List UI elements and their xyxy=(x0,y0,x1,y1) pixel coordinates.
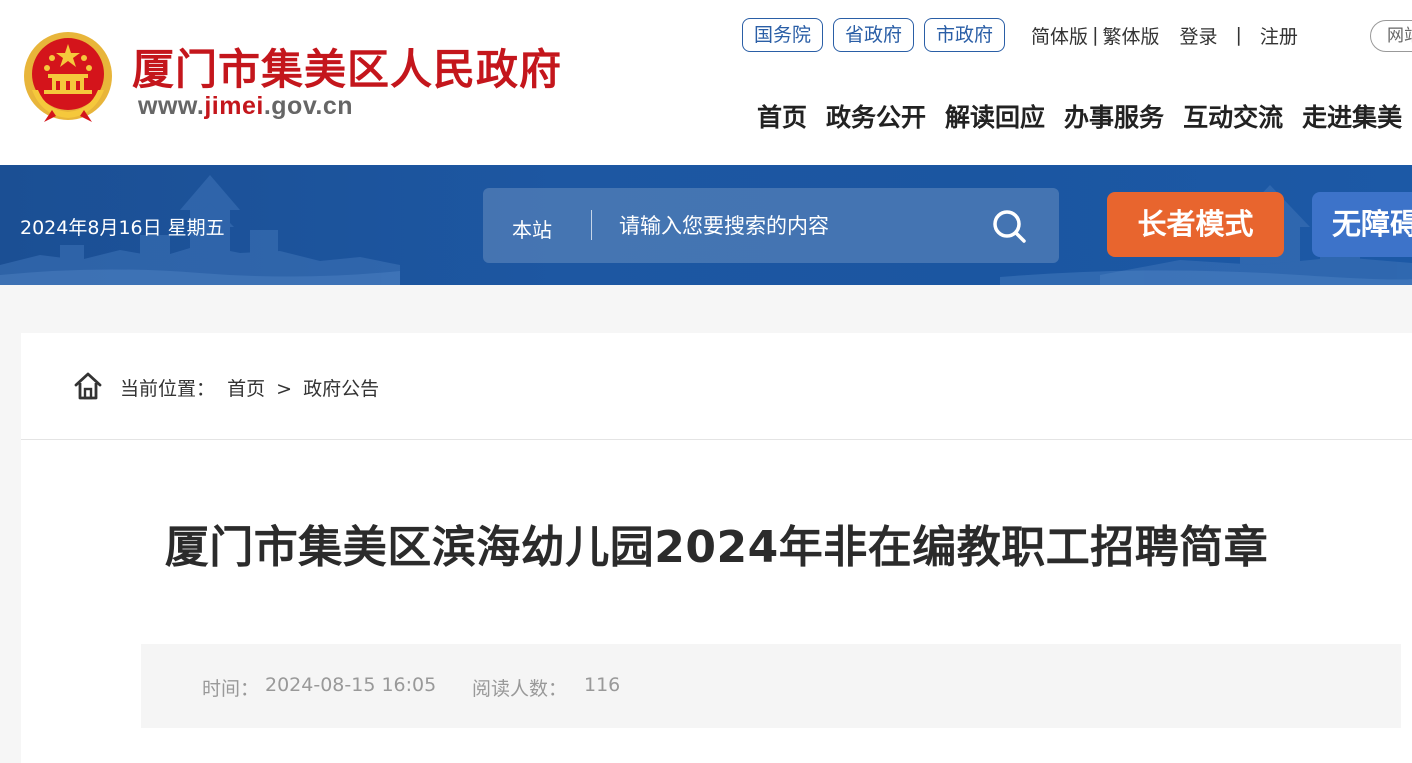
separator: | xyxy=(1235,24,1242,46)
separator: | xyxy=(1092,24,1099,46)
read-count-label: 阅读人数： xyxy=(472,678,568,700)
national-emblem-icon[interactable] xyxy=(22,30,114,124)
accessibility-button[interactable]: 无障碍 xyxy=(1312,192,1412,257)
content-panel: 当前位置： 首页 > 政府公告 厦门市集美区滨海幼儿园2024年非在编教职工招聘… xyxy=(21,333,1412,763)
banner: 2024年8月16日 星期五 本站 长者模式 无障碍 xyxy=(0,165,1412,285)
nav-about-jimei[interactable]: 走进集美 xyxy=(1302,98,1402,134)
read-count-value: 116 xyxy=(584,674,621,696)
site-title[interactable]: 厦门市集美区人民政府 xyxy=(132,36,562,97)
top-links: 国务院 省政府 市政府 简体版 | 繁体版 登录 | 注册 xyxy=(742,18,1298,52)
site-header: 厦门市集美区人民政府 www.jimei.gov.cn 国务院 省政府 市政府 … xyxy=(0,0,1412,165)
main-nav: 首页 政务公开 解读回应 办事服务 互动交流 走进集美 xyxy=(757,98,1412,134)
search-box: 本站 xyxy=(483,188,1059,263)
current-date: 2024年8月16日 星期五 xyxy=(20,217,225,239)
home-icon[interactable] xyxy=(73,371,103,401)
article-meta: 时间： 2024-08-15 16:05 阅读人数： 116 xyxy=(141,644,1401,728)
elder-mode-button[interactable]: 长者模式 xyxy=(1107,192,1284,257)
login-link[interactable]: 登录 xyxy=(1179,22,1217,49)
breadcrumb-label: 当前位置： xyxy=(120,378,216,400)
breadcrumb-trail: 当前位置： 首页 > 政府公告 xyxy=(120,374,379,401)
nav-interaction[interactable]: 互动交流 xyxy=(1183,98,1283,134)
link-provincial-gov[interactable]: 省政府 xyxy=(833,18,915,52)
article-title: 厦门市集美区滨海幼儿园2024年非在编教职工招聘简章 xyxy=(164,522,1269,573)
nav-gov-affairs[interactable]: 政务公开 xyxy=(826,98,926,134)
breadcrumb-home-link[interactable]: 首页 xyxy=(227,378,265,400)
search-divider xyxy=(591,210,592,240)
register-link[interactable]: 注册 xyxy=(1260,22,1298,49)
breadcrumb-separator: > xyxy=(276,378,293,400)
traditional-chinese-link[interactable]: 繁体版 xyxy=(1102,22,1159,49)
site-url-prefix: www. xyxy=(138,92,205,120)
link-state-council[interactable]: 国务院 xyxy=(742,18,824,52)
nav-services[interactable]: 办事服务 xyxy=(1064,98,1164,134)
search-scope-select[interactable]: 本站 xyxy=(512,214,552,243)
search-input[interactable] xyxy=(619,210,979,242)
publish-time-label: 时间： xyxy=(202,678,260,700)
site-url-suffix: .gov.cn xyxy=(263,92,354,120)
link-city-gov[interactable]: 市政府 xyxy=(924,18,1006,52)
search-icon[interactable] xyxy=(991,208,1027,244)
site-url-highlight: jimei xyxy=(204,92,264,120)
breadcrumb-current-link[interactable]: 政府公告 xyxy=(303,378,379,400)
nav-home[interactable]: 首页 xyxy=(757,98,807,134)
publish-time-value: 2024-08-15 16:05 xyxy=(265,674,437,696)
site-nav-pill[interactable]: 网站 xyxy=(1370,20,1412,52)
site-url: www.jimei.gov.cn xyxy=(138,92,353,121)
breadcrumb: 当前位置： 首页 > 政府公告 xyxy=(21,333,1412,440)
nav-interpretation[interactable]: 解读回应 xyxy=(945,98,1045,134)
simplified-chinese-link[interactable]: 简体版 xyxy=(1031,22,1088,49)
